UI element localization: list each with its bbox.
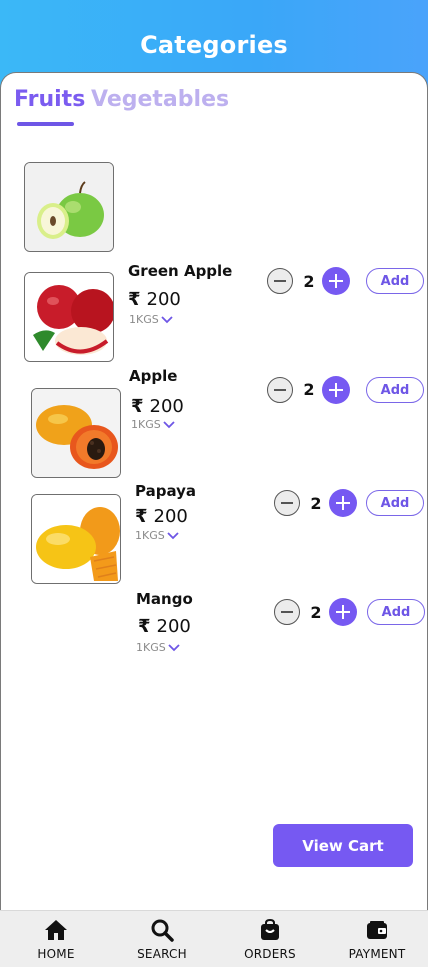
plus-icon: [341, 605, 345, 619]
bottom-nav: HOME SEARCH ORDERS PAYMENT: [0, 910, 428, 967]
home-icon: [44, 919, 68, 941]
quantity-value: 2: [310, 603, 322, 622]
product-name: Mango: [136, 590, 193, 608]
product-item-mango: Mango ₹200 1KGS 2 Add: [1, 494, 428, 654]
nav-orders[interactable]: ORDERS: [236, 911, 304, 967]
wallet-icon: [366, 919, 388, 941]
product-image-papaya: [31, 388, 121, 478]
product-item-papaya: Papaya ₹200 1KGS 2 Add: [1, 388, 428, 542]
product-image-mango: [31, 494, 121, 584]
product-image-green-apple: [24, 162, 114, 252]
content-sheet: Fruits Vegetables Green Apple ₹200 1KGS …: [0, 72, 428, 912]
product-item-green-apple: Green Apple ₹200 1KGS 2 Add: [1, 162, 428, 326]
product-item-apple: Apple ₹200 1KGS 2 Add: [1, 272, 428, 431]
unit-selector[interactable]: 1KGS: [136, 641, 180, 654]
nav-label: HOME: [37, 947, 75, 961]
chevron-down-icon: [168, 643, 180, 651]
product-price: ₹200: [138, 616, 191, 637]
product-name: Apple: [129, 367, 178, 385]
nav-label: SEARCH: [137, 947, 187, 961]
nav-search[interactable]: SEARCH: [128, 911, 196, 967]
add-button[interactable]: Add: [367, 599, 425, 625]
product-image-apple: [24, 272, 114, 362]
app-header: Categories: [0, 0, 428, 74]
page-title: Categories: [140, 31, 288, 59]
tab-fruits[interactable]: Fruits: [14, 87, 85, 112]
tab-vegetables[interactable]: Vegetables: [91, 87, 229, 112]
active-tab-indicator: [17, 122, 74, 126]
minus-icon: [281, 611, 293, 613]
view-cart-button[interactable]: View Cart: [273, 824, 413, 867]
nav-label: PAYMENT: [348, 947, 406, 961]
decrement-button[interactable]: [274, 599, 300, 625]
search-icon: [150, 919, 174, 942]
nav-home[interactable]: HOME: [22, 911, 90, 967]
nav-payment[interactable]: PAYMENT: [342, 911, 412, 967]
nav-label: ORDERS: [244, 947, 296, 961]
bag-icon: [259, 919, 281, 941]
increment-button[interactable]: [329, 598, 357, 626]
